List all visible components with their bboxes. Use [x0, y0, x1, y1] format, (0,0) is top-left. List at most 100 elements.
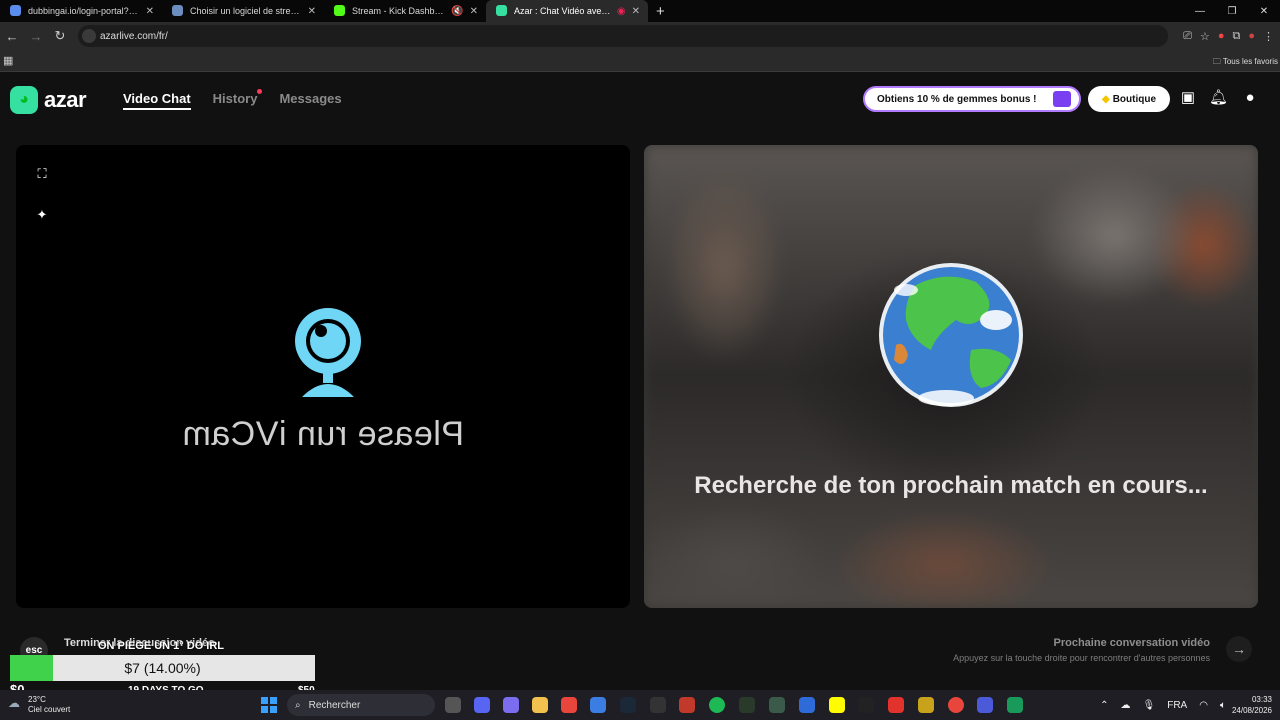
- taskbar-search[interactable]: ⌕ Rechercher: [287, 694, 435, 716]
- chrome-active-icon[interactable]: [948, 697, 964, 713]
- close-tab-icon[interactable]: ✕: [470, 6, 478, 17]
- globe-icon: [879, 263, 1023, 407]
- capcut-icon[interactable]: [858, 697, 874, 713]
- date-text: 24/08/2026: [1231, 706, 1272, 715]
- file-explorer-icon[interactable]: [532, 697, 548, 713]
- remote-video-panel: Recherche de ton prochain match en cours…: [644, 145, 1258, 608]
- azar-app: ◕ azar Video Chat History Messages Obtie…: [0, 73, 1280, 690]
- local-video-panel: ⛶ ✦ Please run iVCam: [16, 145, 630, 608]
- tab-title: Choisir un logiciel de stream -: [190, 6, 302, 16]
- plus-app-icon[interactable]: [650, 697, 666, 713]
- gift-icon: [1053, 91, 1071, 107]
- nav-messages[interactable]: Messages: [279, 91, 341, 110]
- windows-start-icon[interactable]: [261, 697, 277, 713]
- dubbingai-favicon-icon: [10, 5, 21, 16]
- steam-icon[interactable]: [620, 697, 636, 713]
- app-frame-icon[interactable]: [1007, 697, 1023, 713]
- browser-tab-dubbingai[interactable]: dubbingai.io/login-portal?third ✕: [0, 0, 162, 22]
- profile-icon[interactable]: ●: [1241, 89, 1259, 107]
- all-bookmarks-folder[interactable]: 🗀 Tous les favoris: [1213, 56, 1278, 70]
- browser-tab-kick[interactable]: Stream - Kick Dashboard 🔇 ✕: [324, 0, 486, 22]
- chrome-icon[interactable]: [561, 697, 577, 713]
- app-red-icon[interactable]: [888, 697, 904, 713]
- bell-icon[interactable]: 🔔︎: [1209, 89, 1228, 107]
- profile-avatar-icon[interactable]: ●: [1248, 30, 1255, 42]
- menu-dots-icon[interactable]: ⋮: [1263, 30, 1274, 43]
- discord-icon[interactable]: [474, 697, 490, 713]
- promo-label: Obtiens 10 % de gemmes bonus !: [877, 93, 1037, 105]
- logo-text: azar: [44, 87, 87, 112]
- nav-video-chat[interactable]: Video Chat: [123, 91, 191, 110]
- store-icon[interactable]: [590, 697, 606, 713]
- nav-history[interactable]: History: [212, 89, 263, 110]
- close-tab-icon[interactable]: ✕: [632, 6, 640, 17]
- mic-icon[interactable]: 🎙︎: [1143, 700, 1156, 711]
- tray-chevron-icon[interactable]: ⌃: [1100, 700, 1108, 711]
- temperature-text: 23°C: [28, 695, 46, 704]
- volume-icon[interactable]: 🔈︎: [1220, 700, 1226, 711]
- wifi-icon[interactable]: ◠: [1199, 700, 1208, 711]
- extension-badge-icon[interactable]: ●: [1218, 30, 1225, 42]
- search-placeholder: Rechercher: [308, 699, 361, 711]
- time-text: 03:33: [1251, 695, 1272, 704]
- copilot-icon[interactable]: [503, 697, 519, 713]
- effects-wand-icon[interactable]: ✦: [34, 207, 50, 223]
- snapchat-icon[interactable]: [829, 697, 845, 713]
- url-bar[interactable]: azarlive.com/fr/: [78, 25, 1168, 47]
- site-info-icon[interactable]: [82, 29, 96, 43]
- goal-title: ON PIEGE UN 1° DO IRL: [98, 640, 225, 652]
- shop-label: Boutique: [1112, 93, 1157, 105]
- system-tray: ⌃ ☁ 🎙︎ FRA ◠ 🔈︎ 03:33 24/08/2026: [1094, 690, 1280, 720]
- spotify-icon[interactable]: [709, 697, 725, 713]
- mute-tab-icon[interactable]: 🔇: [451, 6, 463, 17]
- browser-tab-azar[interactable]: Azar : Chat Vidéo avec de n ◉ ✕: [486, 0, 648, 22]
- azar-logo[interactable]: ◕ azar: [10, 86, 87, 114]
- new-tab-button[interactable]: +: [656, 3, 665, 20]
- camera-status-text: Please run iVCam: [182, 415, 465, 453]
- close-window-icon[interactable]: ✕: [1248, 6, 1280, 17]
- shop-button[interactable]: ◆ Boutique: [1088, 86, 1170, 112]
- apps-grid-icon[interactable]: ▦: [3, 54, 13, 67]
- restore-icon[interactable]: ❐: [1216, 6, 1248, 17]
- main-nav: Video Chat History Messages: [123, 89, 342, 110]
- recording-indicator-icon: ◉: [616, 5, 626, 17]
- gem-icon: ◆: [1101, 93, 1110, 105]
- webcam-icon: [295, 308, 361, 397]
- kick-favicon-icon: [334, 5, 345, 16]
- app-green-icon[interactable]: [739, 697, 755, 713]
- app-tool-icon[interactable]: [769, 697, 785, 713]
- search-icon: ⌕: [295, 699, 301, 711]
- close-tab-icon[interactable]: ✕: [308, 6, 316, 17]
- extensions-icon[interactable]: ⧉: [1232, 30, 1240, 43]
- task-view-icon[interactable]: [445, 697, 461, 713]
- forward-icon[interactable]: →: [24, 29, 48, 44]
- notification-dot: [257, 89, 263, 94]
- onedrive-icon[interactable]: ☁: [1121, 700, 1131, 711]
- next-chat-title: Prochaine conversation vidéo: [1053, 637, 1211, 649]
- gemini-favicon-icon: [172, 5, 183, 16]
- capture-app-icon[interactable]: [679, 697, 695, 713]
- gem-bonus-promo-button[interactable]: Obtiens 10 % de gemmes bonus !: [863, 86, 1081, 112]
- nav-history-label: History: [212, 91, 258, 106]
- app-discord-icon[interactable]: [977, 697, 993, 713]
- fullscreen-icon[interactable]: ⛶: [34, 166, 50, 182]
- next-chat-arrow-icon[interactable]: →: [1226, 636, 1252, 662]
- azar-logo-icon: ◕: [10, 86, 38, 114]
- cast-icon[interactable]: ⎚: [1183, 30, 1192, 43]
- bookmark-star-icon[interactable]: ☆: [1200, 30, 1210, 43]
- all-bookmarks-label: Tous les favoris: [1222, 57, 1278, 66]
- browser-tab-choisir[interactable]: Choisir un logiciel de stream - ✕: [162, 0, 324, 22]
- reload-icon[interactable]: ↻: [48, 28, 72, 44]
- address-toolbar: ← → ↻ azarlive.com/fr/ ⎚ ☆ ● ⧉ ● ⋮: [0, 22, 1280, 50]
- minimize-icon[interactable]: —: [1184, 6, 1216, 17]
- app-yellow-icon[interactable]: [918, 697, 934, 713]
- back-icon[interactable]: ←: [0, 29, 24, 44]
- tab-title: dubbingai.io/login-portal?third: [28, 6, 140, 16]
- language-indicator[interactable]: FRA: [1167, 700, 1187, 711]
- folder-icon: 🗀: [1212, 57, 1223, 66]
- close-tab-icon[interactable]: ✕: [146, 6, 154, 17]
- matching-status-text: Recherche de ton prochain match en cours…: [694, 472, 1208, 499]
- clock[interactable]: 03:33 24/08/2026: [1232, 694, 1272, 716]
- inbox-icon[interactable]: ▣: [1179, 89, 1197, 107]
- app-blue-icon[interactable]: [799, 697, 815, 713]
